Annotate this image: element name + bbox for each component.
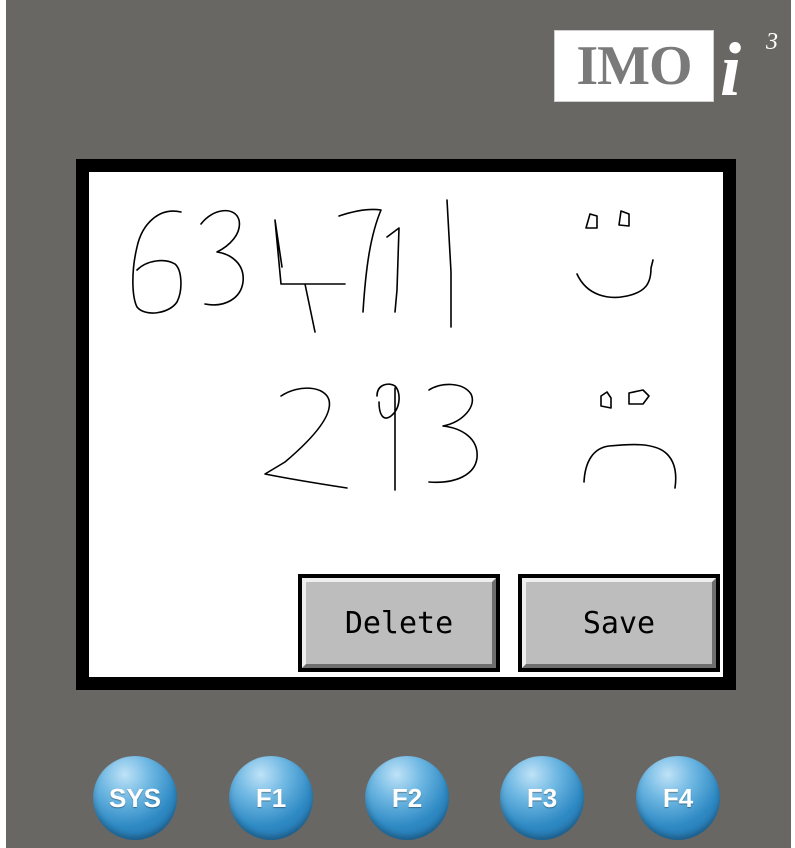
brand-model-superscript: 3	[766, 29, 778, 55]
touchscreen-bezel: Delete Save	[76, 159, 736, 690]
save-button[interactable]: Save	[518, 574, 720, 672]
f2-key[interactable]: F2	[365, 756, 449, 840]
frowny-face-icon	[583, 389, 677, 489]
brand-logo: IMO i 3	[554, 29, 786, 108]
smiley-face-icon	[576, 210, 654, 299]
delete-button-label: Delete	[302, 578, 496, 668]
f3-key[interactable]: F3	[500, 756, 584, 840]
sys-key[interactable]: SYS	[93, 756, 177, 840]
brand-model: i	[720, 28, 742, 112]
handwritten-number-first	[132, 199, 452, 333]
f1-key[interactable]: F1	[229, 756, 313, 840]
delete-button[interactable]: Delete	[298, 574, 500, 672]
handwritten-number-second	[264, 383, 478, 491]
touchscreen[interactable]: Delete Save	[89, 172, 723, 677]
function-key-row: SYS F1 F2 F3 F4	[6, 752, 791, 842]
save-button-label: Save	[522, 578, 716, 668]
f4-key[interactable]: F4	[636, 756, 720, 840]
brand-name: IMO	[576, 35, 692, 97]
hmi-device: IMO i 3 Delete Save SYS F1 F2 F3 F4	[6, 0, 791, 848]
